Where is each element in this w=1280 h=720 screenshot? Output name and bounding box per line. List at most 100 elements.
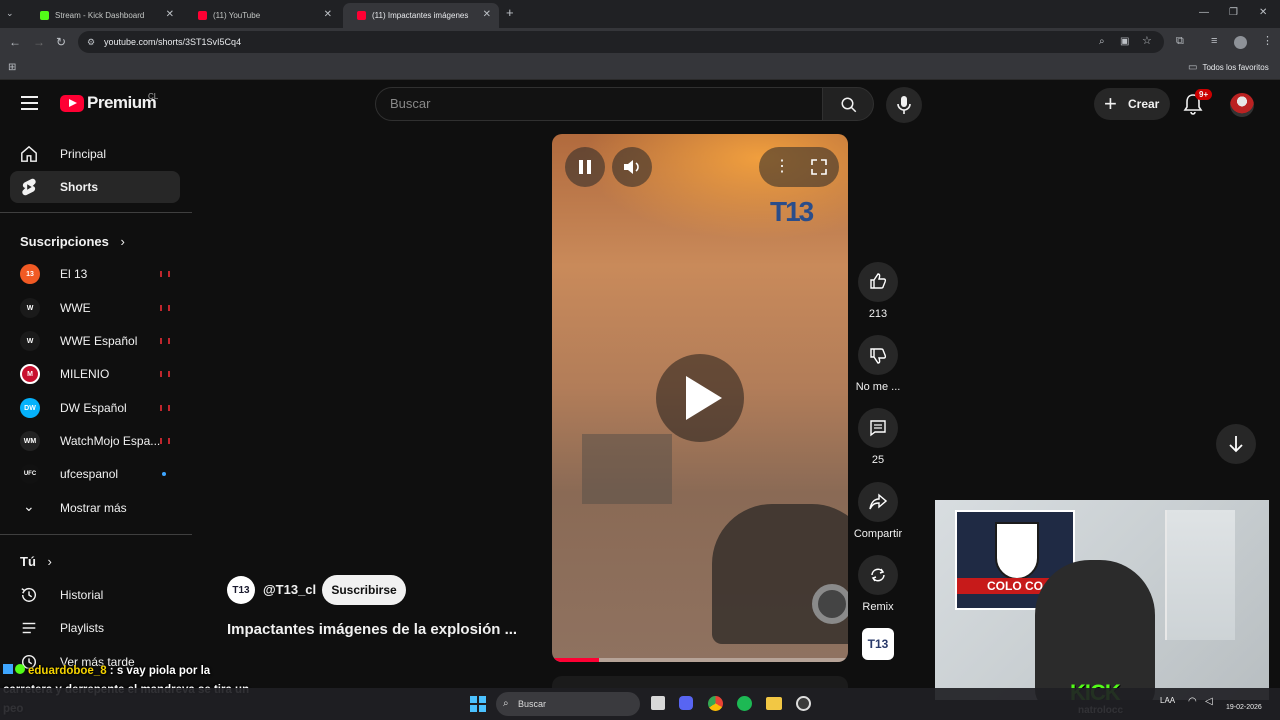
spotify-icon[interactable] [737, 696, 752, 711]
short-video-player[interactable]: ⋮ T13 [552, 134, 848, 662]
account-avatar[interactable] [1230, 93, 1254, 117]
remix-button[interactable]: Remix [858, 555, 898, 613]
discord-icon[interactable] [679, 696, 693, 710]
youtube-premium-logo[interactable]: Premium [60, 93, 157, 113]
comments-button[interactable]: 25 [858, 408, 898, 466]
next-short-button[interactable] [1216, 424, 1256, 464]
fullscreen-icon[interactable] [810, 158, 828, 176]
minimize-icon[interactable]: — [1199, 6, 1209, 20]
tab-shorts-active[interactable]: (11) Impactantes imágenes ✕ [343, 3, 499, 28]
forward-icon[interactable]: → [33, 35, 45, 49]
play-icon [686, 376, 722, 420]
sidebar-item-label: DW Español [60, 401, 127, 415]
volume-button[interactable] [612, 147, 652, 187]
windows-start-icon[interactable] [470, 696, 486, 712]
close-window-icon[interactable]: ✕ [1259, 6, 1267, 20]
taskbar-search[interactable]: ⌕ Buscar [496, 692, 640, 716]
reload-icon[interactable]: ↻ [56, 35, 66, 49]
notifications-button[interactable]: 9+ [1183, 89, 1213, 120]
dislike-label: No me ... [855, 381, 901, 393]
search-button[interactable] [822, 87, 874, 121]
create-button[interactable]: + Crear [1094, 88, 1170, 120]
subscribe-button[interactable]: Suscribirse [322, 575, 406, 605]
language-indicator[interactable]: LAA [1160, 696, 1175, 705]
close-tab-icon[interactable]: ✕ [324, 9, 332, 20]
sidebar-item-historial[interactable]: Historial [10, 579, 180, 611]
more-options-icon[interactable]: ⋮ [774, 156, 790, 176]
chat-badge-icon [3, 664, 13, 674]
live-indicator-icon [160, 438, 170, 444]
new-tab-icon[interactable]: + [506, 6, 514, 20]
task-view-icon[interactable] [651, 696, 665, 710]
crest-shape [995, 522, 1039, 580]
close-tab-icon[interactable]: ✕ [166, 9, 174, 20]
channel-handle[interactable]: @T13_cl [263, 582, 316, 597]
short-title[interactable]: Impactantes imágenes de la explosión ... [227, 621, 517, 638]
site-info-icon[interactable]: ⚙ [87, 31, 95, 53]
chevron-down-icon: ⌄ [23, 498, 35, 514]
microphone-icon [897, 96, 911, 114]
all-bookmarks-folder[interactable]: ▭ Todos los favoritos [1188, 62, 1269, 73]
play-button[interactable] [656, 354, 744, 442]
sidebar-item-shorts[interactable]: Shorts [10, 171, 180, 203]
sidebar-item-ufcespanol[interactable]: UFC ufcespanol [10, 458, 180, 490]
t13-watermark-logo: T13 [770, 196, 814, 227]
sidebar-item-wwe[interactable]: W WWE [10, 292, 180, 324]
url-bar[interactable]: ⚙ youtube.com/shorts/3ST1SvI5Cq4 [78, 31, 1164, 53]
subscriptions-heading[interactable]: Suscripciones › [20, 234, 125, 249]
dislike-button[interactable]: No me ... [856, 335, 900, 393]
you-heading[interactable]: Tú › [20, 554, 52, 569]
new-content-dot [162, 472, 166, 476]
taskbar-search-label: Buscar [518, 699, 547, 709]
share-label: Compartir [853, 528, 903, 540]
channel-avatar: WM [20, 431, 40, 451]
close-tab-icon[interactable]: ✕ [483, 9, 491, 20]
search-input[interactable]: Buscar [375, 87, 823, 121]
car-wheel [812, 584, 848, 624]
next-short-preview[interactable] [552, 676, 848, 688]
share-button[interactable]: Compartir [854, 482, 902, 540]
media-icon[interactable]: ≡ [1211, 34, 1217, 48]
show-more-button[interactable]: ⌄ Mostrar más [10, 492, 180, 524]
obs-icon[interactable] [796, 696, 811, 711]
taskbar-date[interactable]: 19-02-2026 [1226, 704, 1262, 711]
chrome-icon[interactable] [708, 696, 723, 711]
sidebar-item-dw-espanol[interactable]: DW DW Español [10, 392, 180, 424]
sidebar-item-label: Playlists [60, 621, 105, 635]
sidebar-item-playlists[interactable]: Playlists [10, 612, 180, 644]
apps-grid-icon[interactable]: ⊞ [8, 61, 16, 75]
tab-search-icon[interactable]: ⌄ [6, 6, 14, 20]
menu-kebab-icon[interactable]: ⋮ [1262, 34, 1273, 48]
voice-search-button[interactable] [886, 87, 922, 123]
back-icon[interactable]: ← [9, 35, 21, 49]
pause-button[interactable] [565, 147, 605, 187]
youtube-play-logo-icon [60, 94, 84, 112]
file-explorer-icon[interactable] [766, 697, 782, 710]
hamburger-menu-icon[interactable] [21, 96, 38, 110]
wifi-icon[interactable]: ◠ [1188, 696, 1197, 707]
install-icon[interactable]: ▣ [1120, 35, 1129, 49]
live-indicator-icon [160, 338, 170, 344]
thumbs-down-icon [870, 348, 887, 364]
bookmark-star-icon[interactable]: ☆ [1142, 34, 1152, 48]
progress-track[interactable] [552, 658, 848, 662]
sidebar-item-milenio[interactable]: M MILENIO [10, 358, 180, 390]
extensions-icon[interactable]: ⧉ [1176, 34, 1184, 48]
zoom-icon[interactable]: ⌕ [1099, 35, 1105, 49]
like-button[interactable]: 213 [858, 262, 898, 320]
channel-avatar[interactable]: T13 [227, 576, 255, 604]
restore-icon[interactable]: ❐ [1229, 6, 1238, 20]
profile-avatar[interactable] [1234, 36, 1247, 49]
sidebar-item-el-13[interactable]: 13 El 13 [10, 258, 180, 290]
home-icon [21, 145, 37, 162]
arrow-down-icon [1229, 436, 1243, 453]
tab-youtube[interactable]: (11) YouTube ✕ [184, 3, 340, 28]
speaker-icon[interactable]: ◁ [1205, 696, 1213, 707]
remix-icon [871, 568, 885, 582]
sidebar-item-principal[interactable]: Principal [10, 138, 180, 170]
live-indicator-icon [160, 271, 170, 277]
sidebar-item-watchmojo[interactable]: WM WatchMojo Espa... [10, 425, 180, 457]
sound-source-thumbnail[interactable]: T13 [862, 628, 894, 660]
tab-kick-dashboard[interactable]: Stream - Kick Dashboard ✕ [26, 3, 182, 28]
sidebar-item-wwe-espanol[interactable]: W WWE Español [10, 325, 180, 357]
